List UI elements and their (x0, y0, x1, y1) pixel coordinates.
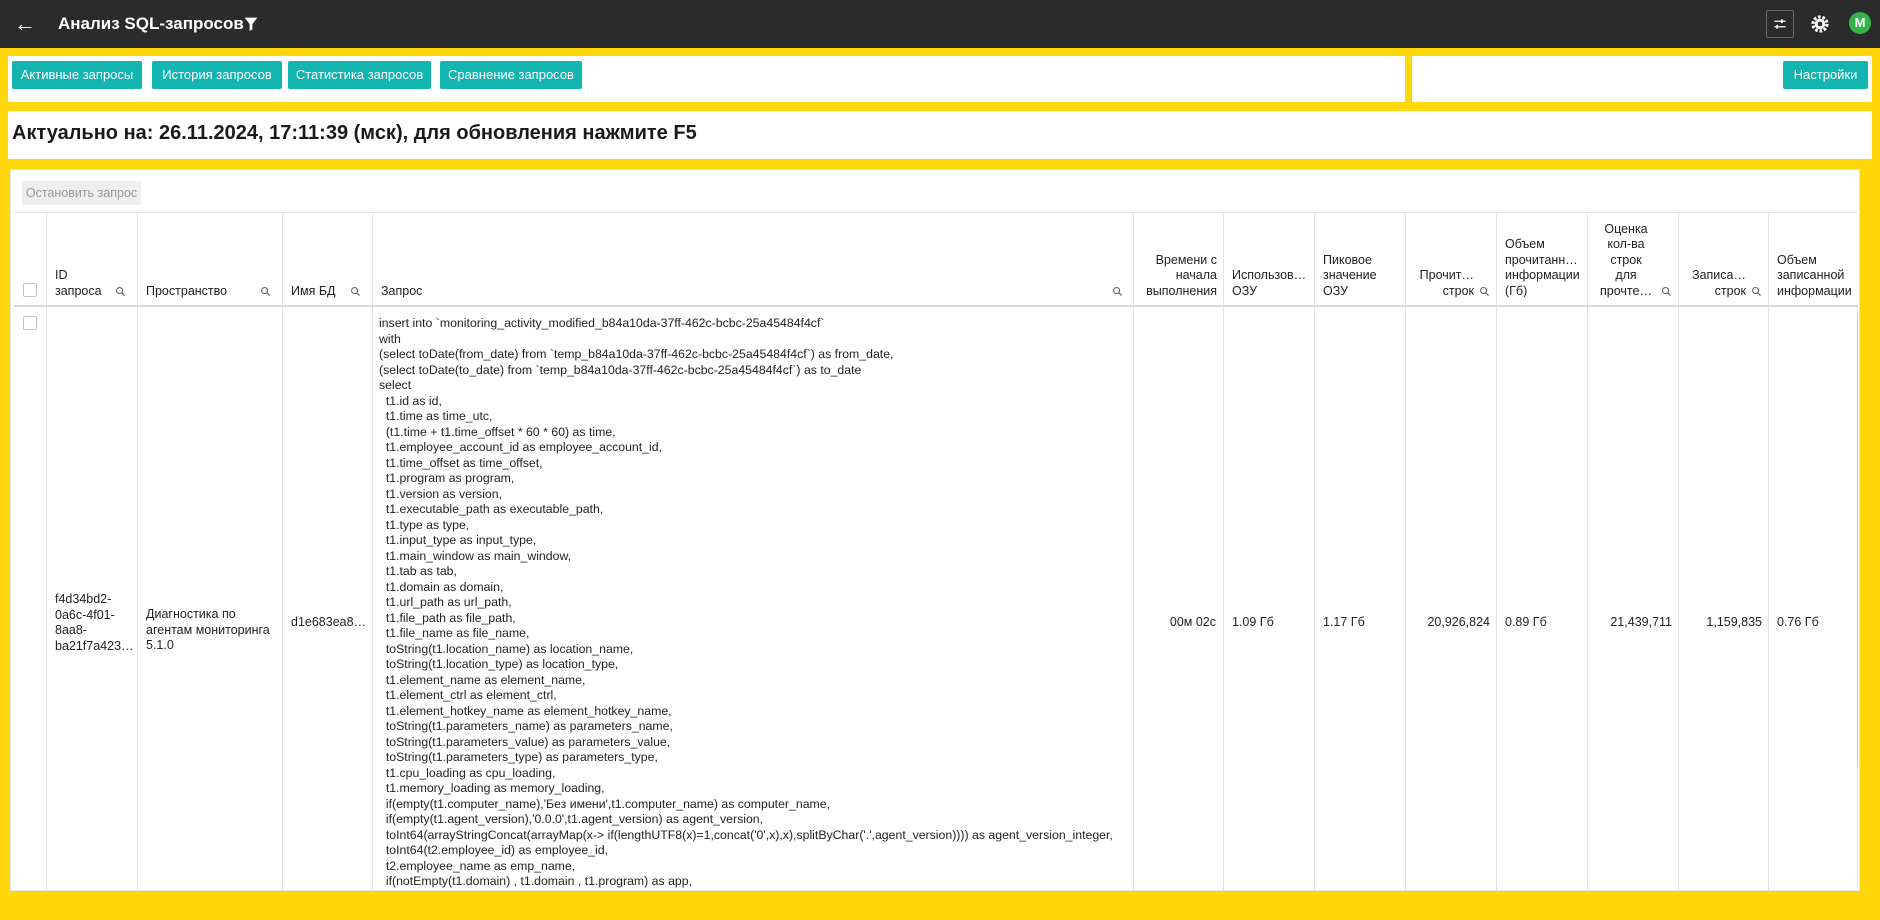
search-icon[interactable] (1661, 286, 1672, 297)
row-elapsed: 00м 02с (1169, 615, 1216, 629)
select-all-checkbox[interactable] (23, 283, 37, 297)
top-bar: ← Анализ SQL-запросов M (0, 0, 1880, 48)
row-rows-written: 1,159,835 (1706, 615, 1762, 629)
row-query-text: insert into `monitoring_activity_modifie… (379, 316, 1113, 888)
tab-query-statistics[interactable]: Статистика запросов (288, 61, 431, 89)
scrollbar-thumb[interactable] (1857, 311, 1858, 768)
table-row[interactable]: f4d34bd2- 0a6c-4f01- 8aa8- ba21f7a423… Д… (14, 307, 1858, 890)
search-icon[interactable] (1751, 286, 1762, 297)
column-header-bytes-written[interactable]: Объем записанной информации (1769, 213, 1858, 305)
settings-button[interactable]: Настройки (1783, 61, 1868, 89)
search-icon[interactable] (260, 286, 271, 297)
row-rows-estimate: 21,439,711 (1610, 615, 1672, 629)
stop-query-button[interactable]: Остановить запрос (22, 181, 141, 205)
queries-panel: Остановить запрос ID запроса Пространств… (10, 169, 1860, 891)
column-header-elapsed[interactable]: Времени с начала выполнения (1134, 213, 1224, 305)
column-header-memory-used[interactable]: Использов… ОЗУ (1224, 213, 1315, 305)
avatar[interactable]: M (1849, 12, 1871, 34)
row-id: f4d34bd2- 0a6c-4f01- 8aa8- ba21f7a423… (55, 592, 134, 653)
row-memory-peak: 1.17 Гб (1323, 615, 1365, 629)
tune-icon[interactable] (1766, 10, 1794, 38)
tab-query-history[interactable]: История запросов (152, 61, 282, 89)
row-bytes-written: 0.76 Гб (1777, 615, 1819, 629)
row-space: Диагностика по агентам мониторинга 5.1.0 (146, 607, 270, 652)
row-bytes-read: 0.89 Гб (1505, 615, 1547, 629)
column-header-query[interactable]: Запрос (373, 213, 1134, 305)
row-memory-used: 1.09 Гб (1232, 615, 1274, 629)
column-header-memory-peak[interactable]: Пиковое значение ОЗУ (1315, 213, 1406, 305)
page-title: Анализ SQL-запросов (58, 14, 244, 33)
table-header: ID запроса Пространство Имя БД Запрос Вр… (14, 212, 1858, 307)
status-text: Актуально на: 26.11.2024, 17:11:39 (мск)… (12, 122, 697, 144)
row-db-name: d1e683ea8… (291, 615, 367, 629)
settings-panel: Настройки (1412, 56, 1872, 102)
column-header-bytes-read[interactable]: Объем прочитанн… информации (Гб) (1497, 213, 1588, 305)
search-icon[interactable] (1112, 286, 1123, 297)
vertical-scrollbar[interactable] (1857, 307, 1858, 890)
column-header-db[interactable]: Имя БД (283, 213, 373, 305)
search-icon[interactable] (1479, 286, 1490, 297)
tab-active-queries[interactable]: Активные запросы (12, 61, 142, 89)
queries-table: ID запроса Пространство Имя БД Запрос Вр… (14, 212, 1858, 890)
filter-icon[interactable] (240, 13, 262, 35)
column-header-rows-estimate[interactable]: Оценка кол-ва строк для прочте… (1588, 213, 1679, 305)
column-header-space[interactable]: Пространство (138, 213, 283, 305)
tabs-panel: Активные запросы История запросов Статис… (8, 56, 1405, 102)
gear-icon[interactable] (1806, 10, 1834, 38)
status-panel: Актуально на: 26.11.2024, 17:11:39 (мск)… (8, 111, 1872, 159)
column-header-rows-read[interactable]: Прочит… строк (1406, 213, 1497, 305)
tab-query-comparison[interactable]: Сравнение запросов (440, 61, 582, 89)
row-rows-read: 20,926,824 (1427, 615, 1490, 629)
arrow-left-icon[interactable]: ← (13, 12, 37, 36)
column-header-id[interactable]: ID запроса (47, 213, 138, 305)
search-icon[interactable] (350, 286, 361, 297)
row-checkbox[interactable] (23, 316, 37, 330)
column-header-rows-written[interactable]: Записа… строк (1679, 213, 1769, 305)
search-icon[interactable] (115, 286, 126, 297)
